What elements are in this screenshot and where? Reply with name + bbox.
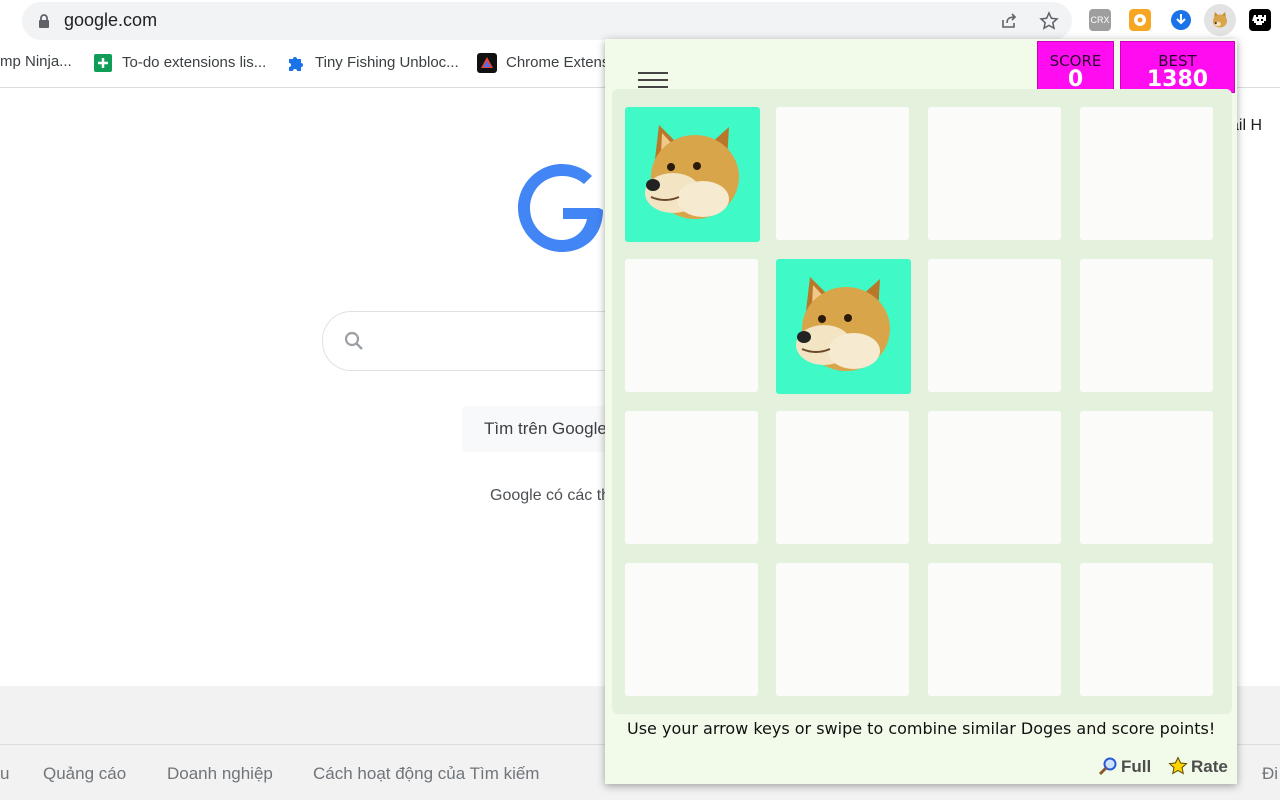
address-bar[interactable]: google.com bbox=[22, 2, 1072, 40]
magnifier-icon bbox=[1098, 757, 1117, 776]
empty-cell bbox=[625, 259, 758, 392]
doge-face-icon bbox=[796, 277, 890, 371]
bookmark-label: Tiny Fishing Unbloc... bbox=[315, 53, 459, 71]
empty-cell bbox=[776, 107, 909, 240]
bookmark-item[interactable]: Chrome Extens bbox=[477, 53, 609, 75]
triangle-logo-icon bbox=[477, 53, 497, 73]
empty-cell bbox=[1080, 411, 1213, 544]
footer-link[interactable]: u bbox=[0, 764, 9, 784]
empty-cell bbox=[928, 411, 1061, 544]
empty-cell bbox=[928, 107, 1061, 240]
space-invader-extension-icon[interactable] bbox=[1249, 9, 1271, 31]
empty-cell bbox=[776, 563, 909, 696]
google-logo bbox=[518, 164, 603, 252]
offered-in-text: Google có các th bbox=[490, 487, 611, 504]
best-score-box: BEST 1380 bbox=[1120, 41, 1235, 93]
rate-label: Rate bbox=[1191, 757, 1228, 776]
bookmark-label: Chrome Extens bbox=[506, 53, 610, 71]
empty-cell bbox=[1080, 107, 1213, 240]
rate-link[interactable]: Rate bbox=[1168, 756, 1228, 777]
empty-cell bbox=[625, 563, 758, 696]
empty-cell bbox=[1080, 563, 1213, 696]
game-board[interactable] bbox=[612, 89, 1232, 714]
doge-tile bbox=[776, 259, 911, 394]
empty-cell bbox=[1080, 259, 1213, 392]
url-text[interactable]: google.com bbox=[64, 10, 157, 31]
doge-2048-popup: SCORE 0 BEST 1380 Use your arrow keys or… bbox=[605, 39, 1237, 784]
star-bookmark-icon[interactable] bbox=[1039, 11, 1059, 31]
instructions-text: Use your arrow keys or swipe to combine … bbox=[627, 719, 1216, 738]
empty-cell bbox=[928, 563, 1061, 696]
footer-link[interactable]: Đi bbox=[1262, 764, 1278, 784]
doge-extension-icon bbox=[1213, 12, 1227, 28]
extensions-strip: CRX bbox=[1084, 2, 1280, 40]
sheets-icon bbox=[94, 54, 112, 72]
doge-tile bbox=[625, 107, 760, 242]
score-box: SCORE 0 bbox=[1037, 41, 1114, 93]
search-icon bbox=[344, 331, 363, 350]
full-screen-link[interactable]: Full bbox=[1098, 756, 1151, 777]
browser-toolbar: google.com CRX bbox=[0, 0, 1280, 42]
bookmark-item[interactable]: To-do extensions lis... bbox=[93, 53, 266, 75]
best-value: 1380 bbox=[1146, 67, 1209, 92]
hamburger-menu-icon[interactable] bbox=[638, 72, 668, 90]
empty-cell bbox=[776, 411, 909, 544]
full-label: Full bbox=[1121, 757, 1152, 776]
empty-cell bbox=[928, 259, 1061, 392]
score-value: 0 bbox=[1067, 67, 1084, 92]
bookmark-item[interactable]: Tiny Fishing Unbloc... bbox=[286, 53, 459, 75]
share-icon[interactable] bbox=[999, 11, 1019, 31]
google-search-button[interactable]: Tìm trên Google bbox=[462, 406, 622, 452]
doge-face-icon bbox=[645, 125, 739, 219]
footer-link[interactable]: Doanh nghiệp bbox=[167, 764, 273, 784]
lock-icon bbox=[39, 14, 49, 28]
footer-link[interactable]: Quảng cáo bbox=[43, 764, 126, 784]
download-extension-icon[interactable] bbox=[1170, 9, 1192, 31]
bookmark-item[interactable]: mp Ninja... bbox=[0, 53, 72, 75]
puzzle-icon bbox=[289, 57, 303, 71]
bookmark-label: mp Ninja... bbox=[0, 53, 72, 70]
star-icon bbox=[1168, 756, 1188, 775]
doge-extension-button[interactable] bbox=[1204, 4, 1236, 36]
bookmark-label: To-do extensions lis... bbox=[122, 53, 267, 71]
empty-cell bbox=[625, 411, 758, 544]
crx-icon[interactable]: CRX bbox=[1089, 9, 1111, 31]
footer-link[interactable]: Cách hoạt động của Tìm kiếm bbox=[313, 764, 539, 784]
settings-gear-extension-icon[interactable] bbox=[1129, 9, 1151, 31]
